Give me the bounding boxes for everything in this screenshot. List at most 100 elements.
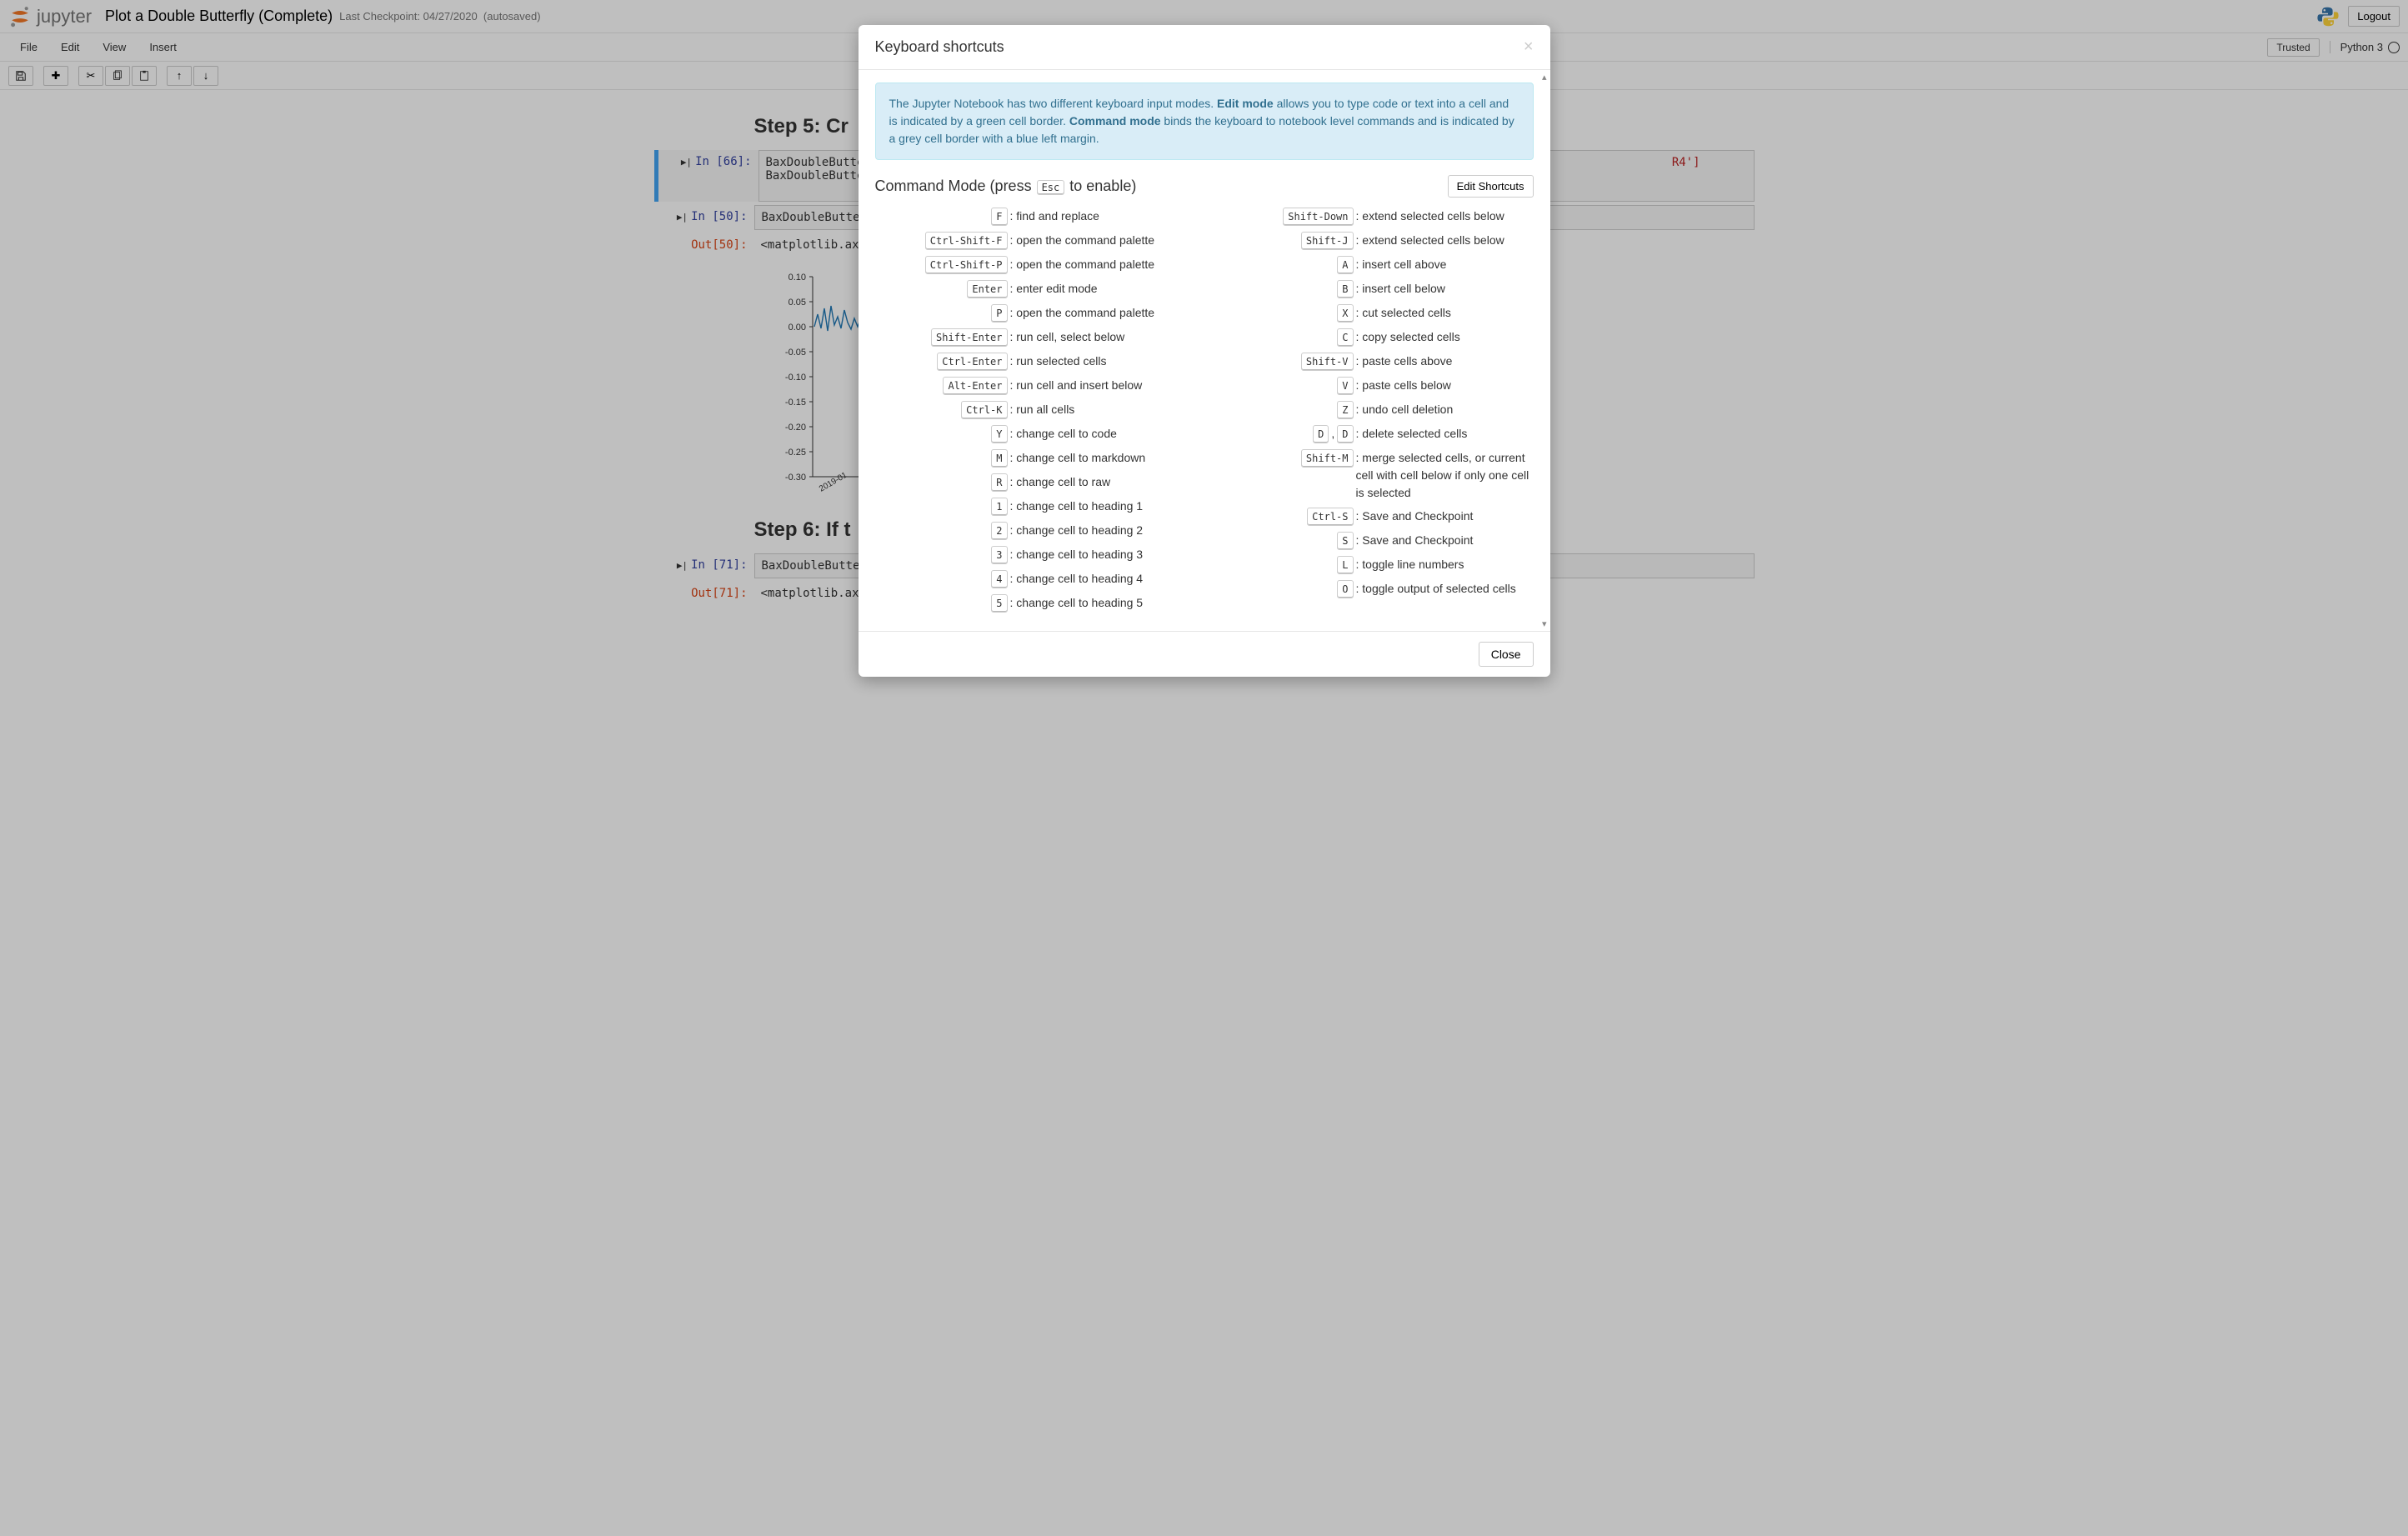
shortcut-key: R: [875, 473, 1009, 492]
shortcut-key: L: [1221, 556, 1354, 574]
shortcut-row: O: toggle output of selected cells: [1221, 580, 1534, 598]
shortcut-key: V: [1221, 377, 1354, 395]
shortcut-key: Y: [875, 425, 1009, 443]
kbd-key: Shift-M: [1301, 449, 1354, 468]
kbd-key: Y: [991, 425, 1007, 443]
shortcut-row: X: cut selected cells: [1221, 304, 1534, 323]
shortcut-desc: : run cell and insert below: [1009, 377, 1188, 394]
shortcut-key: Ctrl-Enter: [875, 353, 1009, 371]
shortcut-column-1: F: find and replaceCtrl-Shift-F: open th…: [875, 208, 1188, 618]
shortcut-column-2: Shift-Down: extend selected cells belowS…: [1221, 208, 1534, 618]
shortcut-key: A: [1221, 256, 1354, 274]
shortcut-row: Enter: enter edit mode: [875, 280, 1188, 298]
kbd-key: R: [991, 473, 1007, 492]
kbd-key: Shift-Enter: [931, 328, 1007, 347]
shortcut-key: O: [1221, 580, 1354, 598]
shortcut-key: C: [1221, 328, 1354, 347]
shortcut-row: Ctrl-Enter: run selected cells: [875, 353, 1188, 371]
shortcut-desc: : toggle line numbers: [1354, 556, 1534, 573]
shortcut-desc: : Save and Checkpoint: [1354, 508, 1534, 525]
kbd-key: Z: [1337, 401, 1353, 419]
shortcut-desc: : delete selected cells: [1354, 425, 1534, 443]
shortcut-key: Shift-Enter: [875, 328, 1009, 347]
shortcut-row: A: insert cell above: [1221, 256, 1534, 274]
kbd-key: 5: [991, 594, 1007, 613]
shortcut-row: 2: change cell to heading 2: [875, 522, 1188, 540]
shortcut-desc: : change cell to heading 3: [1009, 546, 1188, 563]
shortcut-row: Z: undo cell deletion: [1221, 401, 1534, 419]
shortcut-key: Ctrl-Shift-F: [875, 232, 1009, 250]
shortcut-row: V: paste cells below: [1221, 377, 1534, 395]
shortcut-desc: : run cell, select below: [1009, 328, 1188, 346]
command-mode-header: Command Mode (press Esc to enable) Edit …: [875, 175, 1534, 198]
shortcut-key: M: [875, 449, 1009, 468]
shortcut-row: Shift-M: merge selected cells, or curren…: [1221, 449, 1534, 502]
shortcut-key: B: [1221, 280, 1354, 298]
shortcut-key: Shift-J: [1221, 232, 1354, 250]
kbd-key: 2: [991, 522, 1007, 540]
kbd-key: Shift-Down: [1283, 208, 1353, 226]
shortcut-row: M: change cell to markdown: [875, 449, 1188, 468]
shortcut-row: Ctrl-Shift-P: open the command palette: [875, 256, 1188, 274]
kbd-key: O: [1337, 580, 1353, 598]
shortcut-desc: : open the command palette: [1009, 256, 1188, 273]
shortcut-desc: : Save and Checkpoint: [1354, 532, 1534, 549]
shortcut-desc: : change cell to heading 1: [1009, 498, 1188, 515]
shortcut-key: Shift-M: [1221, 449, 1354, 468]
kbd-key: F: [991, 208, 1007, 226]
keyboard-shortcuts-modal: Keyboard shortcuts × ▴ The Jupyter Noteb…: [859, 25, 1550, 677]
scroll-up-icon[interactable]: ▴: [1542, 72, 1547, 83]
shortcut-desc: : copy selected cells: [1354, 328, 1534, 346]
shortcut-desc: : insert cell above: [1354, 256, 1534, 273]
shortcut-row: C: copy selected cells: [1221, 328, 1534, 347]
shortcut-desc: : change cell to markdown: [1009, 449, 1188, 467]
kbd-key: Ctrl-Enter: [937, 353, 1007, 371]
shortcut-row: Ctrl-S: Save and Checkpoint: [1221, 508, 1534, 526]
kbd-key: Enter: [967, 280, 1007, 298]
shortcut-key: Ctrl-S: [1221, 508, 1354, 526]
shortcut-desc: : cut selected cells: [1354, 304, 1534, 322]
kbd-key: Ctrl-Shift-F: [925, 232, 1008, 250]
shortcut-desc: : insert cell below: [1354, 280, 1534, 298]
shortcut-desc: : change cell to code: [1009, 425, 1188, 443]
shortcut-row: Shift-Down: extend selected cells below: [1221, 208, 1534, 226]
modal-footer: Close: [859, 631, 1550, 677]
shortcut-row: S: Save and Checkpoint: [1221, 532, 1534, 550]
shortcut-key: 4: [875, 570, 1009, 588]
shortcut-row: D,D: delete selected cells: [1221, 425, 1534, 443]
shortcut-key: Z: [1221, 401, 1354, 419]
shortcut-row: Ctrl-K: run all cells: [875, 401, 1188, 419]
modal-title: Keyboard shortcuts: [875, 38, 1004, 56]
shortcut-row: 5: change cell to heading 5: [875, 594, 1188, 613]
kbd-key: M: [991, 449, 1007, 468]
kbd-key: Ctrl-Shift-P: [925, 256, 1008, 274]
kbd-key: C: [1337, 328, 1353, 347]
kbd-key: Shift-J: [1301, 232, 1354, 250]
shortcut-key: S: [1221, 532, 1354, 550]
shortcut-key: 3: [875, 546, 1009, 564]
modal-body[interactable]: ▴ The Jupyter Notebook has two different…: [859, 70, 1550, 631]
modal-close-x[interactable]: ×: [1524, 38, 1534, 57]
shortcut-desc: : run selected cells: [1009, 353, 1188, 370]
shortcut-key: Shift-Down: [1221, 208, 1354, 226]
shortcut-desc: : run all cells: [1009, 401, 1188, 418]
shortcut-key: F: [875, 208, 1009, 226]
shortcut-row: L: toggle line numbers: [1221, 556, 1534, 574]
kbd-key: 4: [991, 570, 1007, 588]
close-button[interactable]: Close: [1479, 642, 1534, 667]
shortcut-row: Shift-Enter: run cell, select below: [875, 328, 1188, 347]
shortcut-row: 1: change cell to heading 1: [875, 498, 1188, 516]
modal-header: Keyboard shortcuts ×: [859, 25, 1550, 70]
kbd-key: D: [1313, 425, 1329, 443]
shortcut-desc: : open the command palette: [1009, 232, 1188, 249]
edit-shortcuts-button[interactable]: Edit Shortcuts: [1448, 175, 1534, 198]
close-icon: ×: [1524, 38, 1534, 56]
shortcut-desc: : open the command palette: [1009, 304, 1188, 322]
shortcut-row: Ctrl-Shift-F: open the command palette: [875, 232, 1188, 250]
shortcut-key: Ctrl-Shift-P: [875, 256, 1009, 274]
shortcut-row: 3: change cell to heading 3: [875, 546, 1188, 564]
shortcut-desc: : undo cell deletion: [1354, 401, 1534, 418]
shortcut-desc: : merge selected cells, or current cell …: [1354, 449, 1534, 502]
scroll-down-icon[interactable]: ▾: [1542, 618, 1547, 629]
shortcut-desc: : find and replace: [1009, 208, 1188, 225]
